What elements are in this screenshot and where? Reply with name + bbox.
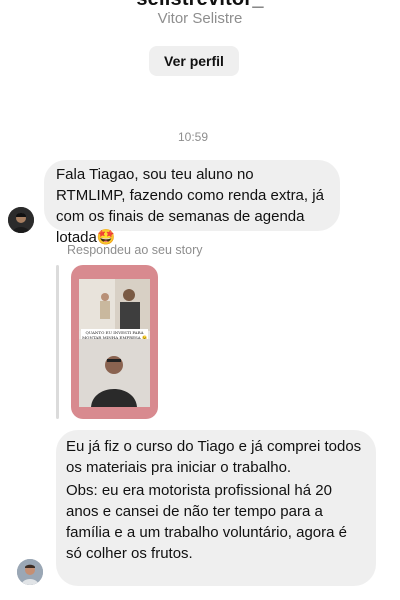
story-photo-bottom (79, 339, 150, 407)
sender-avatar[interactable] (17, 559, 43, 585)
message-bubble[interactable]: Fala Tiagao, sou teu aluno no RTMLIMP, f… (44, 160, 340, 246)
person-icon (79, 279, 150, 331)
view-profile-button[interactable]: Ver perfil (149, 46, 239, 76)
user-avatar-icon (8, 207, 34, 233)
profile-name: Vitor Selistre (157, 10, 243, 27)
message-paragraph: Obs: eu era motorista profissional há 20… (66, 482, 347, 562)
story-image: QUANTO EU INVESTI PARA MONTAR MINHA EMPR… (79, 279, 150, 407)
sender-avatar[interactable] (8, 207, 34, 233)
story-reply-label: Respondeu ao seu story (67, 243, 203, 257)
story-thumbnail[interactable]: QUANTO EU INVESTI PARA MONTAR MINHA EMPR… (71, 265, 158, 419)
message-timestamp: 10:59 (177, 130, 209, 144)
person-icon (79, 339, 150, 407)
reply-indicator-bar (56, 265, 59, 419)
user-avatar-icon (17, 559, 43, 585)
story-photo-top (79, 279, 150, 331)
message-paragraph: Eu já fiz o curso do Tiago e já comprei … (66, 438, 362, 476)
message-bubble[interactable]: Eu já fiz o curso do Tiago e já comprei … (56, 430, 376, 586)
